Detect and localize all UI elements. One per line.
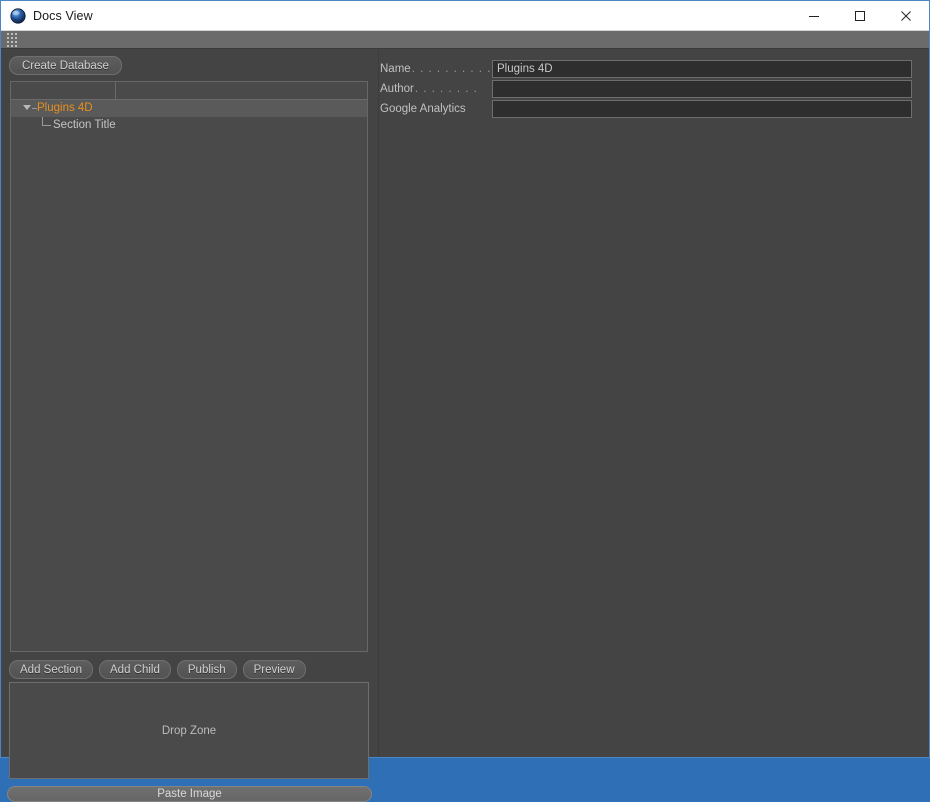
field-row-google-analytics: Google Analytics xyxy=(380,100,912,118)
maximize-icon xyxy=(855,11,865,21)
google-analytics-label: Google Analytics xyxy=(380,103,466,115)
tree-row[interactable]: Section Title xyxy=(11,117,367,134)
publish-button[interactable]: Publish xyxy=(176,660,237,679)
tree-item-label: Section Title xyxy=(53,119,116,131)
app-window: Docs View Create Database Plugins 4D Sec… xyxy=(0,0,930,802)
app-sphere-icon xyxy=(10,8,26,24)
name-label: Name . . . . . . . . . . xyxy=(380,63,492,75)
create-database-button[interactable]: Create Database xyxy=(9,56,122,75)
add-section-button[interactable]: Add Section xyxy=(9,660,94,679)
tree-action-buttons: Add Section Add Child Publish Preview xyxy=(9,660,306,679)
author-input[interactable] xyxy=(492,80,912,98)
preview-button[interactable]: Preview xyxy=(242,660,306,679)
field-row-author: Author . . . . . . . . xyxy=(380,80,912,98)
tree-connector xyxy=(42,117,51,126)
minimize-button[interactable] xyxy=(791,1,837,31)
author-label: Author . . . . . . . . xyxy=(380,83,478,95)
title-bar: Docs View xyxy=(1,1,929,31)
google-analytics-input[interactable] xyxy=(492,100,912,118)
tree-column-header-1[interactable] xyxy=(116,82,367,100)
drop-zone-label: Drop Zone xyxy=(161,724,217,737)
client-area: Create Database Plugins 4D Section Title xyxy=(1,50,929,802)
tree-body: Plugins 4D Section Title xyxy=(11,100,367,134)
minimize-icon xyxy=(809,16,819,17)
field-row-name: Name . . . . . . . . . . xyxy=(380,60,912,78)
grip-dots-icon[interactable] xyxy=(5,33,19,47)
tree-column-header-0[interactable] xyxy=(11,82,116,100)
window-title: Docs View xyxy=(33,9,93,23)
name-input[interactable] xyxy=(492,60,912,78)
chevron-down-icon[interactable] xyxy=(23,105,31,110)
toolbar-strip xyxy=(1,31,929,49)
close-icon xyxy=(901,11,911,21)
close-button[interactable] xyxy=(883,1,929,31)
add-child-button[interactable]: Add Child xyxy=(99,660,171,679)
maximize-button[interactable] xyxy=(837,1,883,31)
document-tree[interactable]: Plugins 4D Section Title xyxy=(10,81,368,652)
paste-image-button[interactable]: Paste Image xyxy=(7,786,372,802)
tree-header xyxy=(11,82,367,100)
right-panel: Name . . . . . . . . . . Author . . . . … xyxy=(380,50,929,757)
tree-item-label: Plugins 4D xyxy=(37,102,93,114)
tree-row[interactable]: Plugins 4D xyxy=(11,100,367,117)
image-drop-zone[interactable]: Drop Zone xyxy=(9,682,369,779)
left-panel: Create Database Plugins 4D Section Title xyxy=(1,50,379,802)
